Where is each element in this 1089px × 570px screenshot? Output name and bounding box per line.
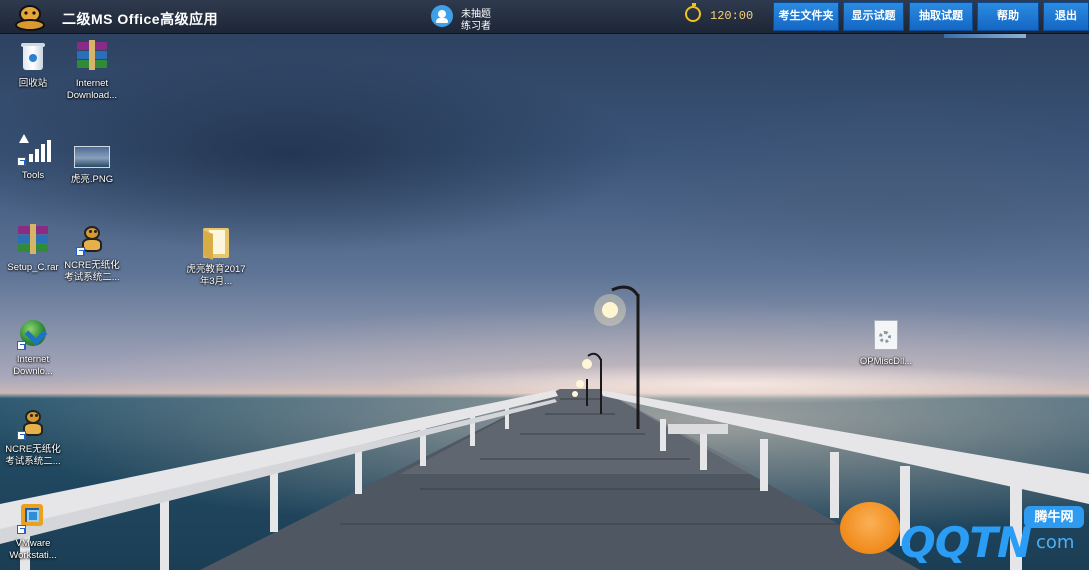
shortcut-arrow-icon xyxy=(76,247,85,256)
wallpaper-pier xyxy=(0,285,1089,570)
winrar-archive-icon xyxy=(17,224,49,258)
image-thumbnail-icon xyxy=(74,146,110,168)
shortcut-arrow-icon xyxy=(17,341,26,350)
desktop-icon-label: 虎亮教育2017年3月... xyxy=(186,264,246,287)
watermark-brand: QQTN xyxy=(900,518,1032,567)
shortcut-arrow-icon xyxy=(17,157,26,166)
show-question-button[interactable]: 显示试题 xyxy=(843,2,904,31)
watermark-badge: 腾牛网 xyxy=(1024,506,1084,528)
desktop-icon-label: Internet Download... xyxy=(66,78,118,101)
desktop-icon-label: NCRE无纸化考试系统二... xyxy=(64,260,120,283)
desktop-icon-label: 回收站 xyxy=(18,78,48,89)
desktop-icon-internet-download-2[interactable]: Internet Downlo... xyxy=(1,318,65,378)
desktop-icon-vmware[interactable]: VMware Workstati... xyxy=(1,502,65,562)
settings-file-icon xyxy=(870,320,902,352)
desktop-icon-recycle-bin[interactable]: 回收站 xyxy=(1,42,65,90)
signal-bars-icon xyxy=(17,134,51,166)
app-title: 二级MS Office高级应用 xyxy=(62,11,219,27)
desktop-icon-ncre-1[interactable]: NCRE无纸化考试系统二... xyxy=(60,224,124,284)
desktop-icon-huke-png[interactable]: 虎亮.PNG xyxy=(60,140,124,186)
tiger-app-icon xyxy=(76,224,108,256)
internet-download-manager-icon xyxy=(17,318,49,350)
desktop-icon-internet-download-1[interactable]: Internet Download... xyxy=(60,40,124,102)
tiger-logo-icon xyxy=(15,5,45,31)
shortcut-arrow-icon xyxy=(17,431,26,440)
draw-question-button[interactable]: 抽取试题 xyxy=(909,2,973,31)
quit-button[interactable]: 退出 xyxy=(1043,2,1089,31)
desktop-icon-label: NCRE无纸化考试系统二... xyxy=(5,444,61,467)
vmware-icon xyxy=(17,502,49,534)
help-button[interactable]: 帮助 xyxy=(977,2,1039,31)
winrar-archive-icon xyxy=(76,40,108,74)
countdown-timer: 120:00 xyxy=(710,9,754,23)
desktop-wallpaper xyxy=(0,34,1089,570)
shortcut-arrow-icon xyxy=(17,525,26,534)
desktop-icon-label: 虎亮.PNG xyxy=(70,174,114,185)
taskbar-fragment xyxy=(944,34,1026,38)
desktop-icon-setup-rar[interactable]: Setup_C.rar xyxy=(1,224,65,274)
tiger-app-icon xyxy=(17,408,49,440)
desktop-icon-label: Setup_C.rar xyxy=(7,262,59,273)
stopwatch-icon xyxy=(685,3,701,22)
examinee-folder-button[interactable]: 考生文件夹 xyxy=(773,2,839,31)
desktop-icon-opmiscdll[interactable]: OPMiscDll... xyxy=(854,320,918,368)
desktop-icon-tools[interactable]: Tools xyxy=(1,134,65,182)
user-role: 练习者 xyxy=(461,21,491,32)
user-avatar-icon xyxy=(431,5,453,27)
desktop-icon-label: Tools xyxy=(21,170,45,181)
recycle-bin-icon xyxy=(17,42,49,74)
qqtn-logo-icon xyxy=(840,502,900,554)
desktop-icon-huke-folder[interactable]: 虎亮教育2017年3月... xyxy=(184,228,248,288)
exam-toolbar: 二级MS Office高级应用 未抽题 练习者 120:00 考生文件夹 显示试… xyxy=(0,0,1089,34)
desktop-icon-ncre-2[interactable]: NCRE无纸化考试系统二... xyxy=(1,408,65,468)
desktop-icon-label: VMware Workstati... xyxy=(9,538,57,561)
desktop-icon-label: Internet Downlo... xyxy=(13,354,53,377)
folder-icon xyxy=(200,228,232,260)
desktop-icon-label: OPMiscDll... xyxy=(859,356,913,367)
qqtn-watermark: QQTN com 腾牛网 xyxy=(838,500,1089,570)
watermark-suffix: com xyxy=(1036,532,1075,553)
